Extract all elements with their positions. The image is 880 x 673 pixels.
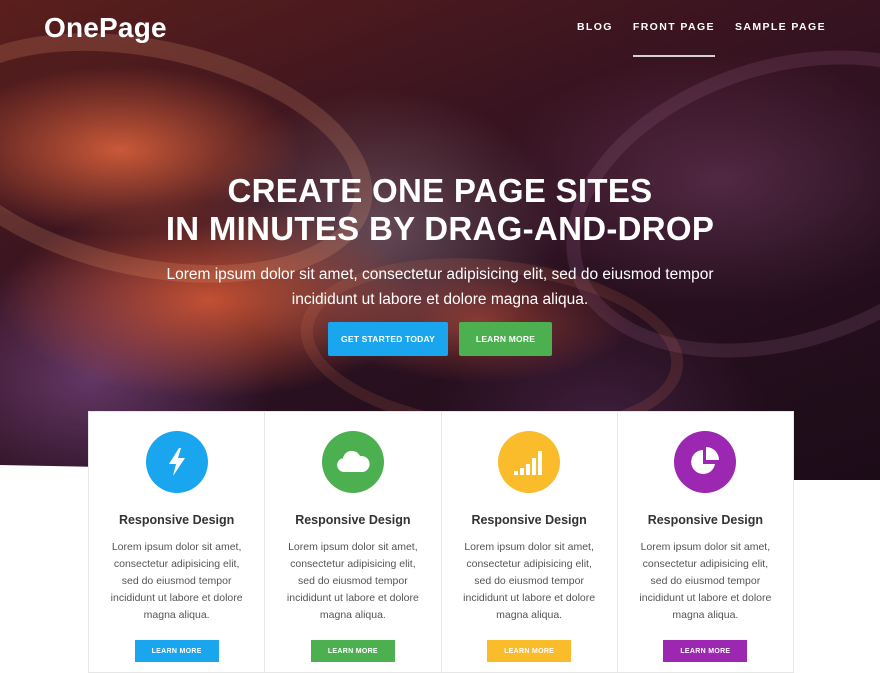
feature-card: Responsive Design Lorem ipsum dolor sit …	[89, 412, 266, 672]
lightning-icon	[145, 431, 208, 493]
hero-learn-more-button[interactable]: LEARN MORE	[459, 322, 552, 356]
site-logo[interactable]: OnePage	[44, 12, 167, 44]
signal-bars-icon	[498, 431, 561, 493]
feature-learn-more-button[interactable]: LEARN MORE	[487, 640, 572, 662]
feature-description: Lorem ipsum dolor sit amet, consectetur …	[639, 541, 772, 621]
feature-title: Responsive Design	[295, 513, 411, 527]
hero-subheadline-line2: incididunt ut labore et dolore magna ali…	[291, 291, 589, 308]
feature-card: Responsive Design Lorem ipsum dolor sit …	[442, 412, 618, 672]
feature-description: Lorem ipsum dolor sit amet, consectetur …	[110, 541, 243, 621]
feature-learn-more-button[interactable]: LEARN MORE	[310, 640, 395, 662]
feature-description: Lorem ipsum dolor sit amet, consectetur …	[463, 541, 596, 621]
pie-chart-icon	[674, 431, 737, 493]
feature-learn-more-button[interactable]: LEARN MORE	[663, 640, 748, 662]
feature-card: Responsive Design Lorem ipsum dolor sit …	[618, 412, 793, 672]
nav-item-blog[interactable]: BLOG	[577, 21, 613, 33]
hero-headline-line1: CREATE ONE PAGE SITES	[227, 172, 653, 209]
get-started-button[interactable]: GET STARTED TODAY	[328, 322, 448, 356]
nav-item-front-page[interactable]: FRONT PAGE	[632, 21, 716, 57]
hero-subheadline: Lorem ipsum dolor sit amet, consectetur …	[160, 262, 720, 312]
cloud-icon	[321, 431, 384, 493]
feature-title: Responsive Design	[118, 513, 235, 527]
main-navigation: BLOG FRONT PAGE SAMPLE PAGE	[557, 21, 826, 57]
features-panel: Responsive Design Lorem ipsum dolor sit …	[88, 411, 794, 673]
hero-subheadline-line1: Lorem ipsum dolor sit amet, consectetur …	[166, 266, 714, 283]
feature-title: Responsive Design	[471, 513, 587, 527]
feature-title: Responsive Design	[647, 513, 764, 527]
hero-headline-line2: IN MINUTES BY DRAG-AND-DROP	[165, 210, 715, 247]
feature-learn-more-button[interactable]: LEARN MORE	[134, 640, 219, 662]
hero-headline: CREATE ONE PAGE SITES IN MINUTES BY DRAG…	[0, 172, 880, 248]
feature-description: Lorem ipsum dolor sit amet, consectetur …	[286, 541, 419, 621]
feature-card: Responsive Design Lorem ipsum dolor sit …	[265, 412, 442, 672]
nav-item-sample-page[interactable]: SAMPLE PAGE	[735, 21, 826, 33]
